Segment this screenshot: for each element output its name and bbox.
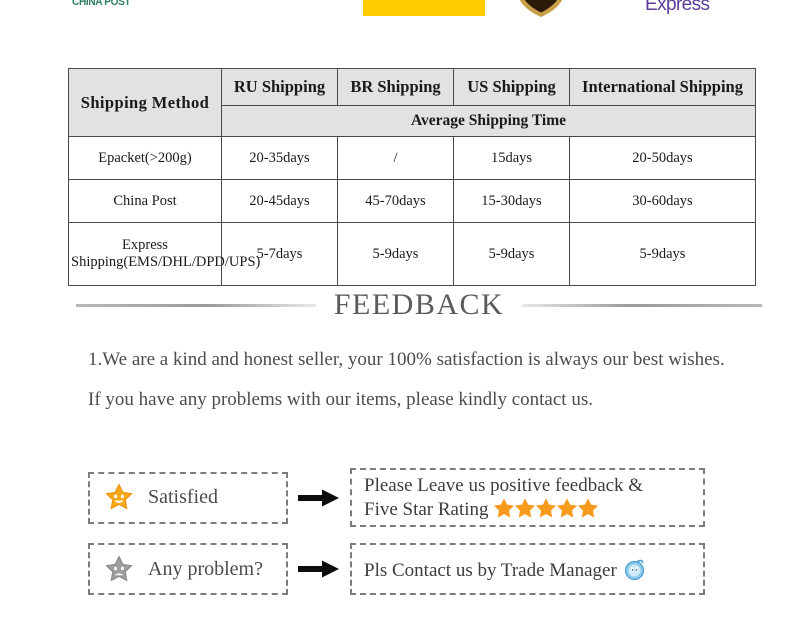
table-row: Epacket(>200g) 20-35days / 15days 20-50d… [68, 136, 756, 180]
page-title: FEEDBACK [333, 288, 505, 321]
five-stars-icon [493, 497, 598, 518]
cell-epacket-br: / [337, 136, 454, 180]
subheader-average-shipping-time: Average Shipping Time [221, 105, 756, 137]
cell-chinapost-br: 45-70days [337, 179, 454, 223]
any-problem-box[interactable]: Any problem? [88, 543, 288, 595]
cell-express-intl: 5-9days [569, 222, 756, 286]
header-shipping-method: Shipping Method [68, 68, 222, 137]
trade-manager-line1: Pls Contact us by Trade Manager [364, 559, 617, 581]
cell-epacket-ru: 20-35days [221, 136, 338, 180]
shipping-table-container: Shipping Method RU Shipping BR Shipping … [68, 68, 756, 286]
feedback-heading: FEEDBACK [0, 284, 800, 326]
row-method-epacket: Epacket(>200g) [68, 136, 222, 180]
feedback-paragraph: 1.We are a kind and honest seller, your … [88, 349, 725, 410]
header-br-shipping: BR Shipping [337, 68, 454, 106]
trade-manager-icon [623, 557, 647, 581]
ups-shield-logo [516, 0, 566, 18]
cell-chinapost-ru: 20-45days [221, 179, 338, 223]
heading-rule-left [75, 303, 316, 307]
trade-manager-box[interactable]: Pls Contact us by Trade Manager [350, 543, 705, 595]
cell-chinapost-us: 15-30days [453, 179, 570, 223]
header-us-shipping: US Shipping [453, 68, 570, 106]
row-method-china-post: China Post [68, 179, 222, 223]
positive-feedback-text: Please Leave us positive feedback & Five… [364, 474, 643, 521]
any-problem-label: Any problem? [148, 557, 263, 580]
smiling-star-icon [104, 483, 134, 512]
feedback-rows: Satisfied Please Leave us positive feedb… [88, 468, 718, 611]
china-post-logo: CHINA POST [72, 0, 131, 8]
cell-chinapost-intl: 30-60days [569, 179, 756, 223]
right-arrow-icon [288, 559, 350, 579]
dhl-logo [363, 0, 485, 16]
positive-feedback-line1: Please Leave us positive feedback & [364, 475, 644, 496]
shipping-method-table: Shipping Method RU Shipping BR Shipping … [68, 68, 756, 286]
feedback-row-satisfied: Satisfied Please Leave us positive feedb… [88, 468, 718, 527]
fedex-express-logo: Express [645, 0, 710, 15]
right-arrow-icon [288, 488, 350, 508]
heading-rule-right [522, 303, 763, 307]
cell-express-br: 5-9days [337, 222, 454, 286]
carrier-logo-strip: CHINA POST Express [0, 0, 800, 22]
feedback-row-problem: Any problem? Pls Contact us by Trade Man… [88, 543, 718, 595]
sad-star-icon [104, 554, 134, 584]
positive-feedback-line2: Five Star Rating [364, 499, 489, 520]
table-row: China Post 20-45days 45-70days 15-30days… [68, 179, 756, 223]
table-row: Express Shipping(EMS/DHL/DPD/UPS) 5-7day… [68, 222, 756, 286]
header-international-shipping: International Shipping [569, 68, 756, 106]
cell-epacket-us: 15days [453, 136, 570, 180]
table-header-row: Shipping Method RU Shipping BR Shipping … [68, 68, 756, 137]
satisfied-box[interactable]: Satisfied [88, 471, 288, 524]
cell-express-us: 5-9days [453, 222, 570, 286]
header-ru-shipping: RU Shipping [221, 68, 338, 106]
row-method-express: Express Shipping(EMS/DHL/DPD/UPS) [68, 222, 260, 286]
cell-epacket-intl: 20-50days [569, 136, 756, 180]
satisfied-label: Satisfied [148, 486, 218, 508]
trade-manager-text: Pls Contact us by Trade Manager [364, 557, 647, 582]
positive-feedback-box[interactable]: Please Leave us positive feedback & Five… [350, 468, 705, 527]
